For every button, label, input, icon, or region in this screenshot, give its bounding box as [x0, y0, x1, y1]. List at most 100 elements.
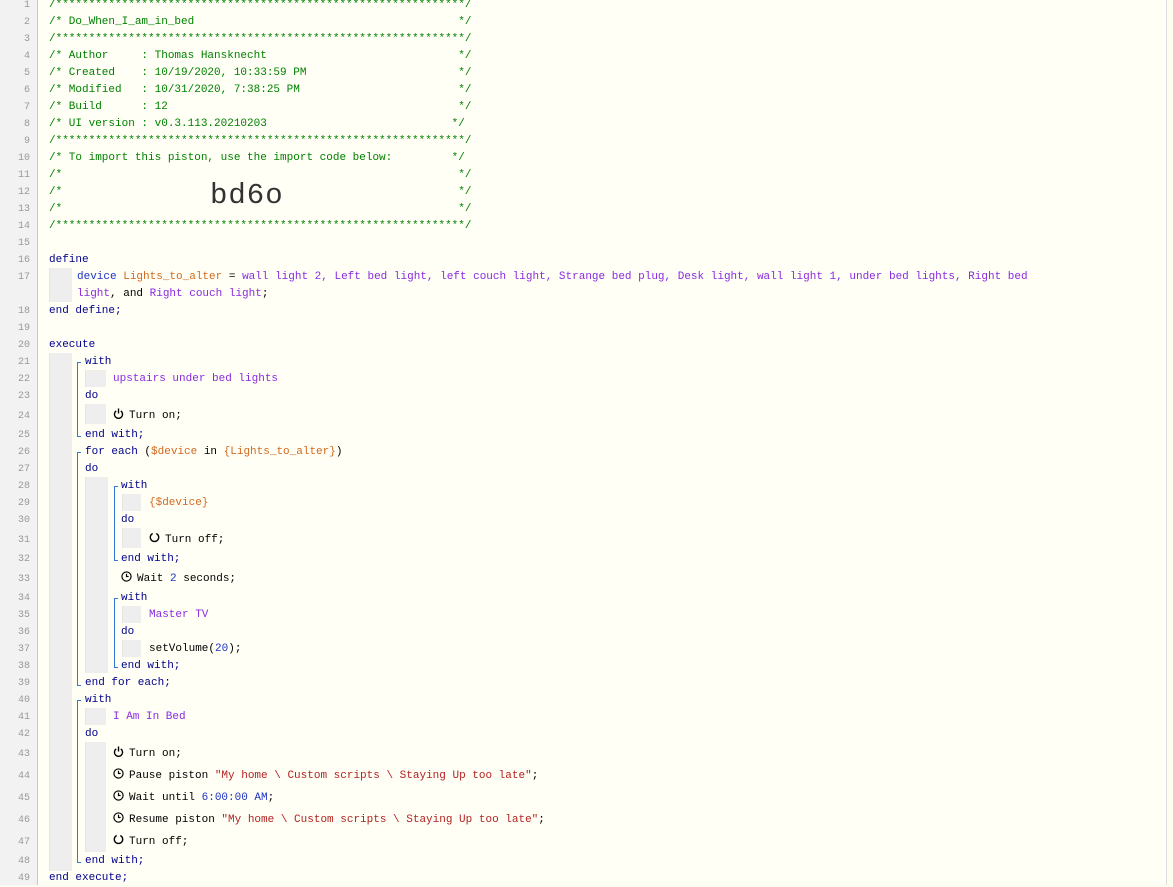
pause-target: "My home \ Custom scripts \ Staying Up t… — [214, 770, 532, 782]
set-volume-prefix: setVolume( — [149, 643, 216, 655]
turn-off-statement[interactable]: Turn off; — [113, 834, 188, 851]
line-number: 27 — [17, 464, 30, 475]
do-keyword[interactable]: do — [85, 461, 98, 478]
do-keyword[interactable]: do — [85, 726, 98, 743]
turn-off-statement[interactable]: Turn off; — [149, 532, 224, 549]
variable-name: Lights_to_alter — [123, 271, 223, 283]
end-define-keyword[interactable]: end define; — [49, 303, 122, 320]
indent-guide — [122, 606, 141, 623]
header-modified: /* Modified : 10/31/2020, 7:38:25 PM */ — [49, 84, 472, 96]
do-keyword[interactable]: do — [85, 388, 98, 405]
loop-variable: $device — [151, 446, 198, 458]
turn-on-statement[interactable]: Turn on; — [113, 746, 182, 763]
line-number: 20 — [17, 340, 30, 351]
line-number: 5 — [23, 68, 30, 79]
line-number: 37 — [17, 644, 30, 655]
with-keyword[interactable]: with — [85, 354, 111, 371]
header-created: /* Created : 10/19/2020, 10:33:59 PM */ — [49, 67, 472, 79]
line-number: 36 — [17, 627, 30, 638]
power-off-icon — [113, 834, 124, 845]
wait-statement[interactable]: Wait 2 seconds; — [121, 571, 236, 588]
line-number: 48 — [17, 856, 30, 867]
clock-icon — [113, 790, 124, 801]
end-with-keyword[interactable]: end with; — [85, 853, 144, 870]
wait-seconds: 2 — [170, 573, 177, 585]
with-device[interactable]: {$device} — [149, 495, 208, 512]
header-ui-version: /* UI version : v0.3.113.20210203 */ — [49, 118, 465, 130]
indent-guide — [49, 353, 72, 871]
do-keyword[interactable]: do — [121, 512, 134, 529]
with-device[interactable]: I Am In Bed — [113, 709, 186, 726]
end-with-keyword[interactable]: end with; — [85, 427, 144, 444]
turn-on-label: Turn on; — [129, 748, 182, 760]
indent-guide — [122, 528, 141, 548]
end-for-each-keyword[interactable]: end for each; — [85, 675, 171, 692]
with-device[interactable]: upstairs under bed lights — [113, 371, 278, 388]
for-each-statement[interactable]: for each ($device in {Lights_to_alter}) — [85, 444, 342, 461]
header-import-note: /* To import this piston, use the import… — [49, 152, 465, 164]
resume-piston-statement[interactable]: Resume piston "My home \ Custom scripts … — [113, 812, 545, 829]
wait-until-statement[interactable]: Wait until 6:00:00 AM; — [113, 790, 274, 807]
line-number: 31 — [17, 535, 30, 546]
line-number: 49 — [17, 873, 30, 884]
semicolon: ; — [267, 792, 275, 804]
block-bracket — [114, 486, 118, 561]
line-number: 33 — [17, 574, 30, 585]
define-keyword[interactable]: define — [49, 252, 89, 269]
do-keyword[interactable]: do — [121, 624, 134, 641]
line-number: 10 — [17, 153, 30, 164]
line-number: 11 — [17, 170, 30, 181]
end-execute-keyword[interactable]: end execute; — [49, 870, 128, 887]
line-number: 46 — [17, 815, 30, 826]
turn-off-label: Turn off; — [129, 836, 189, 848]
execute-keyword[interactable]: execute — [49, 337, 95, 354]
code-editor: 1 2 3 4 5 6 7 8 9 10 11 12 13 14 15 16 17 18 19 20 21 22 23 24 2… — [0, 0, 1167, 885]
line-number: 24 — [17, 411, 30, 422]
turn-on-label: Turn on; — [129, 410, 182, 422]
set-volume-value: 20 — [215, 643, 229, 655]
end-with-keyword[interactable]: end with; — [121, 551, 180, 568]
device-keyword: device — [77, 271, 117, 283]
line-number: 21 — [17, 357, 30, 368]
line-number: 39 — [17, 678, 30, 689]
line-number: 1 — [23, 0, 30, 11]
line-number: 19 — [17, 323, 30, 334]
power-off-icon — [149, 532, 160, 543]
with-device[interactable]: Master TV — [149, 607, 208, 624]
indent-guide — [85, 708, 106, 725]
line-number: 4 — [23, 51, 30, 62]
semicolon: ; — [538, 814, 545, 826]
line-number: 28 — [17, 481, 30, 492]
turn-on-statement[interactable]: Turn on; — [113, 408, 182, 425]
pause-piston-statement[interactable]: Pause piston "My home \ Custom scripts \… — [113, 768, 538, 785]
line-number: 41 — [17, 712, 30, 723]
wait-until-prefix: Wait until — [129, 792, 202, 804]
semicolon: ; — [531, 770, 539, 782]
line-number: 14 — [17, 221, 30, 232]
clock-icon — [113, 812, 124, 823]
line-number: 25 — [17, 430, 30, 441]
wait-prefix: Wait — [137, 573, 171, 585]
set-volume-statement[interactable]: setVolume(20); — [149, 641, 241, 658]
indent-guide — [85, 404, 106, 424]
device-declaration[interactable]: device Lights_to_alter = wall light 2, L… — [77, 269, 1028, 286]
resume-target: "My home \ Custom scripts \ Staying Up t… — [221, 814, 539, 826]
end-with-keyword[interactable]: end with; — [121, 658, 180, 675]
device-last: Right couch light — [149, 288, 262, 300]
with-keyword[interactable]: with — [85, 692, 111, 709]
device-list-cont: light — [77, 288, 111, 300]
indent-guide — [85, 742, 106, 852]
turn-off-label: Turn off; — [165, 534, 225, 546]
loop-list: {Lights_to_alter} — [223, 446, 336, 458]
line-number: 7 — [23, 102, 30, 113]
header-title: /* Do_When_I_am_in_bed */ — [49, 16, 472, 28]
line-number: 9 — [23, 136, 30, 147]
with-keyword[interactable]: with — [121, 478, 147, 495]
line-number: 22 — [17, 374, 30, 385]
set-volume-suffix: ); — [228, 643, 242, 655]
with-keyword[interactable]: with — [121, 590, 147, 607]
power-on-icon — [113, 408, 124, 419]
device-declaration-cont[interactable]: light, and Right couch light; — [77, 286, 268, 303]
line-number: 30 — [17, 515, 30, 526]
line-number: 29 — [17, 498, 30, 509]
